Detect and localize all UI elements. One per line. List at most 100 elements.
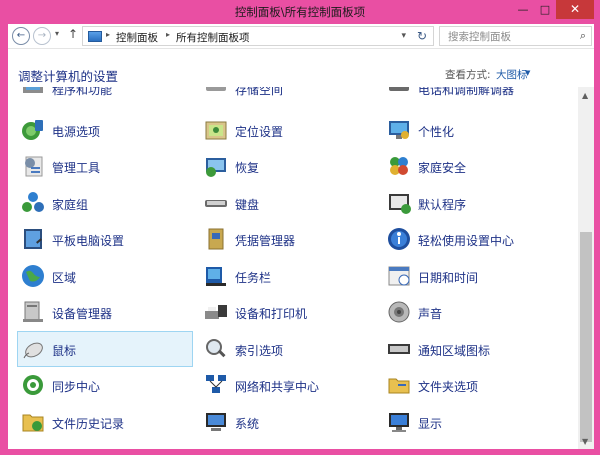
breadcrumb-separator[interactable]: ▸: [106, 30, 110, 39]
item-label: 日期和时间: [418, 271, 479, 285]
item-region[interactable]: 区域: [18, 259, 194, 295]
item-default-programs[interactable]: 默认程序: [384, 186, 560, 222]
item-taskbar[interactable]: 任务栏: [201, 259, 377, 295]
printer-icon: [205, 305, 227, 319]
breadcrumb-control-panel[interactable]: 控制面板: [116, 30, 158, 45]
item-notify[interactable]: 通知区域图标: [384, 332, 560, 368]
item-system[interactable]: 系统: [201, 405, 377, 441]
content-header: 调整计算机的设置 查看方式: 大图标 ▼: [8, 49, 594, 87]
index-icon: [206, 339, 226, 358]
item-admin-tools[interactable]: 管理工具: [18, 149, 194, 185]
item-location[interactable]: 定位设置: [201, 113, 377, 149]
item-label: 管理工具: [52, 161, 101, 175]
item-printer[interactable]: 设备和打印机: [201, 295, 377, 331]
item-tablet[interactable]: 平板电脑设置: [18, 222, 194, 258]
item-datetime[interactable]: 日期和时间: [384, 259, 560, 295]
item-display[interactable]: 显示: [384, 405, 560, 441]
datetime-icon: [388, 266, 410, 286]
search-box[interactable]: ⌕: [439, 26, 592, 46]
system-icon: [206, 413, 226, 431]
chevron-down-icon[interactable]: ▼: [525, 69, 530, 77]
item-label: 任务栏: [235, 271, 272, 285]
item-label: 显示: [418, 417, 443, 431]
default-programs-icon: [389, 194, 411, 214]
item-network[interactable]: 网络和共享中心: [201, 368, 377, 404]
item-device-manager[interactable]: 设备管理器: [18, 295, 194, 331]
item-index[interactable]: 索引选项: [201, 332, 377, 368]
item-label: 轻松使用设置中心: [418, 234, 515, 248]
up-button[interactable]: ↑: [68, 27, 78, 41]
item-folder-options[interactable]: 文件夹选项: [384, 368, 560, 404]
folder-options-icon: [388, 378, 410, 394]
item-mouse[interactable]: 鼠标: [17, 331, 193, 367]
item-sound[interactable]: 声音: [384, 295, 560, 331]
recovery-icon: [206, 158, 226, 177]
notify-icon: [388, 344, 410, 354]
breadcrumb-all-items[interactable]: 所有控制面板项: [176, 30, 250, 45]
item-label: 声音: [418, 307, 443, 321]
item-recovery[interactable]: 恢复: [201, 149, 377, 185]
content-area: 程序和功能 存储空间 电话和调制解调器 电源选项 定位设置 个性化 管理工具 恢…: [8, 48, 594, 449]
item-sync[interactable]: 同步中心: [18, 368, 194, 404]
item-ease-of-access[interactable]: 轻松使用设置中心: [384, 222, 560, 258]
ease-of-access-icon: [388, 228, 410, 250]
refresh-icon[interactable]: ↻: [417, 29, 427, 43]
search-icon[interactable]: ⌕: [580, 29, 586, 43]
mouse-icon: [23, 342, 43, 359]
item-label: 恢复: [235, 161, 260, 175]
scrollbar-thumb[interactable]: [580, 232, 592, 442]
item-credential[interactable]: 凭据管理器: [201, 222, 377, 258]
scroll-down-icon[interactable]: ▼: [582, 437, 588, 446]
family-safety-icon: [390, 157, 408, 175]
navigation-bar: ← → ▾ ↑ ▸ 控制面板 ▸ 所有控制面板项 ▾ ↻ ⌕: [8, 24, 594, 48]
breadcrumb-separator[interactable]: ▸: [166, 30, 170, 39]
minimize-button[interactable]: —: [512, 0, 534, 19]
item-personalize[interactable]: 个性化: [384, 113, 560, 149]
file-history-icon: [22, 414, 44, 432]
item-power[interactable]: 电源选项: [18, 113, 194, 149]
view-by-label: 查看方式:: [445, 69, 491, 81]
item-label: 设备管理器: [52, 307, 113, 321]
title-bar: 控制面板\所有控制面板项 — □ ✕: [0, 0, 600, 24]
item-label: 家庭安全: [418, 161, 467, 175]
item-label: 电源选项: [52, 125, 101, 139]
maximize-button[interactable]: □: [534, 0, 556, 19]
back-button[interactable]: ←: [12, 27, 30, 45]
admin-tools-icon: [25, 156, 43, 177]
item-label: 系统: [235, 417, 260, 431]
close-button[interactable]: ✕: [556, 0, 594, 19]
control-panel-icon: [88, 31, 102, 42]
item-label: 家庭组: [52, 198, 89, 212]
item-label: 个性化: [418, 125, 455, 139]
item-homegroup[interactable]: 家庭组: [18, 186, 194, 222]
item-label: 设备和打印机: [235, 307, 308, 321]
item-label: 定位设置: [235, 125, 284, 139]
recent-locations-button[interactable]: ▾: [55, 29, 59, 38]
region-icon: [22, 265, 44, 287]
items-grid: 程序和功能 存储空间 电话和调制解调器 电源选项 定位设置 个性化 管理工具 恢…: [8, 49, 578, 449]
page-title: 调整计算机的设置: [18, 69, 119, 84]
item-label: 凭据管理器: [235, 234, 296, 248]
item-label: 文件夹选项: [418, 380, 479, 394]
tablet-icon: [24, 229, 42, 249]
view-by-dropdown[interactable]: 大图标: [496, 67, 528, 82]
scroll-up-icon[interactable]: ▲: [582, 91, 588, 100]
vertical-scrollbar[interactable]: ▲ ▼: [578, 87, 594, 449]
item-family-safety[interactable]: 家庭安全: [384, 149, 560, 185]
address-dropdown-icon[interactable]: ▾: [401, 31, 406, 41]
device-manager-icon: [23, 301, 43, 322]
forward-button[interactable]: →: [33, 27, 51, 45]
item-file-history[interactable]: 文件历史记录: [18, 405, 194, 441]
display-icon: [389, 413, 409, 432]
item-label: 索引选项: [235, 344, 284, 358]
personalize-icon: [389, 121, 409, 139]
item-label: 网络和共享中心: [235, 380, 320, 394]
search-input[interactable]: [448, 29, 568, 44]
item-label: 默认程序: [418, 198, 467, 212]
sync-icon: [23, 375, 43, 395]
item-label: 同步中心: [52, 380, 101, 394]
item-label: 区域: [52, 271, 77, 285]
item-keyboard[interactable]: 键盘: [201, 186, 377, 222]
keyboard-icon: [205, 200, 227, 207]
address-bar[interactable]: ▸ 控制面板 ▸ 所有控制面板项 ▾ ↻: [82, 26, 434, 46]
